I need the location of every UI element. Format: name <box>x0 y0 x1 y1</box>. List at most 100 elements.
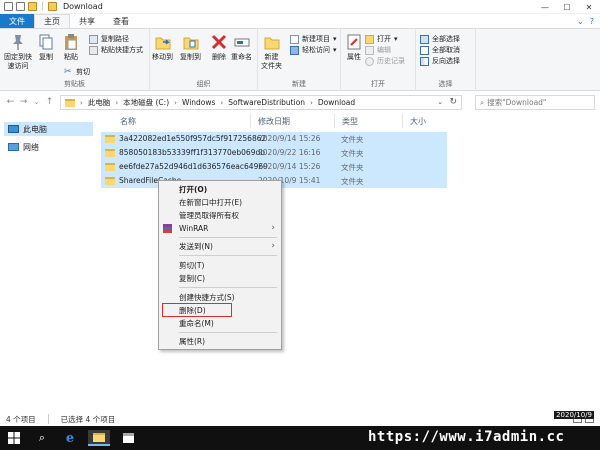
file-explorer-taskbar-icon[interactable] <box>88 430 110 446</box>
column-date[interactable]: 修改日期 <box>258 116 290 127</box>
store-taskbar-icon[interactable] <box>120 430 136 446</box>
menu-item-winrar[interactable]: WinRAR › <box>159 222 281 235</box>
column-size[interactable]: 大小 <box>410 116 426 127</box>
copy-to-button[interactable]: 复制到 <box>180 33 201 62</box>
tab-share[interactable]: 共享 <box>70 14 104 28</box>
move-to-button[interactable]: 移动到 <box>152 33 173 62</box>
ribbon: 固定到快 速访问 复制 粘贴 复制路径 粘贴快捷方式 ✂ 剪切 剪贴板 移动到 <box>0 28 600 91</box>
column-divider <box>250 114 251 128</box>
search-box[interactable]: ⌕ 搜索"Download" <box>475 95 595 110</box>
file-type: 文件夹 <box>341 149 364 158</box>
properties-button[interactable]: 属性 <box>345 33 363 62</box>
winrar-icon <box>163 224 172 233</box>
new-item-button[interactable]: 新建项目 ▾ <box>290 34 337 44</box>
cut-button[interactable]: ✂ 剪切 <box>64 67 90 77</box>
address-bar[interactable]: › 此电脑 › 本地磁盘 (C:) › Windows › SoftwareDi… <box>60 95 462 110</box>
delete-label: 删除 <box>212 53 226 61</box>
breadcrumb-softwaredistribution[interactable]: SoftwareDistribution <box>228 98 305 107</box>
folder-quick-icon[interactable] <box>28 2 37 11</box>
tab-home[interactable]: 主页 <box>34 14 70 28</box>
column-divider <box>334 114 335 128</box>
delete-button[interactable]: 删除 <box>210 33 228 62</box>
table-row[interactable]: 3a422082ed1e550f957dc5f917256862 2020/9/… <box>101 132 447 146</box>
search-icon: ⌕ <box>480 97 485 107</box>
menu-item-copy[interactable]: 复制(C) <box>159 272 281 285</box>
menu-item-cut[interactable]: 剪切(T) <box>159 259 281 272</box>
help-icon[interactable]: ? <box>590 17 594 26</box>
open-group-label: 打开 <box>371 80 385 88</box>
submenu-arrow-icon: › <box>271 223 275 233</box>
invert-selection-button[interactable]: 反向选择 <box>420 56 460 66</box>
menu-item-open-new-window[interactable]: 在新窗口中打开(E) <box>159 196 281 209</box>
up-arrow-icon[interactable]: ↑ <box>43 97 56 107</box>
open-button[interactable]: 打开 ▾ <box>365 34 398 44</box>
tab-view[interactable]: 查看 <box>104 14 138 28</box>
pin-quick-access-button[interactable]: 固定到快 速访问 <box>4 33 32 71</box>
history-label: 历史记录 <box>377 57 405 65</box>
table-row[interactable]: ee6fde27a52d946d1d636576eac64969 2020/9/… <box>101 160 447 174</box>
select-all-button[interactable]: 全部选择 <box>420 34 460 44</box>
select-all-label: 全部选择 <box>432 35 460 43</box>
folder-window-icon <box>48 2 57 11</box>
close-button[interactable]: ✕ <box>578 0 600 14</box>
copy-button[interactable]: 复制 <box>37 33 55 62</box>
easy-access-icon <box>290 45 299 55</box>
paste-shortcut-button[interactable]: 粘贴快捷方式 <box>89 45 143 55</box>
windows-start-icon[interactable] <box>6 430 22 446</box>
search-taskbar-icon[interactable]: ⌕ <box>34 430 50 446</box>
navigation-pane: 此电脑 网络 <box>0 112 97 412</box>
nav-item-network[interactable]: 网络 <box>4 140 43 154</box>
check-quick-icon[interactable] <box>16 2 25 11</box>
file-name: 3a422082ed1e550f957dc5f917256862 <box>119 134 267 143</box>
back-arrow-icon[interactable]: ← <box>4 97 17 107</box>
ribbon-collapse-icon[interactable]: ⌄ <box>577 17 584 26</box>
copy-path-button[interactable]: 复制路径 <box>89 34 129 44</box>
column-type[interactable]: 类型 <box>342 116 358 127</box>
pin-icon <box>13 35 23 50</box>
easy-access-dropdown-icon: ▾ <box>333 46 337 54</box>
breadcrumb-local-disk[interactable]: 本地磁盘 (C:) <box>123 97 169 108</box>
forward-arrow-icon[interactable]: → <box>17 97 30 107</box>
file-name: 858050183b53339ff1f313770eb069db <box>119 148 265 157</box>
clipboard-group: 固定到快 速访问 复制 粘贴 复制路径 粘贴快捷方式 ✂ 剪切 剪贴板 <box>0 29 150 91</box>
rename-label: 重命名 <box>231 53 252 61</box>
refresh-icon[interactable]: ↻ <box>449 97 457 107</box>
paste-button[interactable]: 粘贴 <box>62 33 80 62</box>
minimize-button[interactable]: — <box>534 0 556 14</box>
menu-separator <box>179 332 277 333</box>
file-name: ee6fde27a52d946d1d636576eac64969 <box>119 162 268 171</box>
cut-label: 剪切 <box>76 68 90 76</box>
copy-icon <box>39 34 53 50</box>
menu-item-properties[interactable]: 属性(R) <box>159 335 281 348</box>
edit-button[interactable]: 编辑 <box>365 45 391 55</box>
nav-item-this-pc[interactable]: 此电脑 <box>4 122 93 136</box>
edge-browser-icon[interactable]: e <box>62 430 78 446</box>
rename-button[interactable]: 重命名 <box>231 33 252 62</box>
organize-group-label: 组织 <box>196 80 211 88</box>
select-none-button[interactable]: 全部取消 <box>420 45 460 55</box>
properties-quick-icon[interactable] <box>4 2 13 11</box>
table-row[interactable]: 858050183b53339ff1f313770eb069db 2020/9/… <box>101 146 447 160</box>
breadcrumb-download[interactable]: Download <box>318 98 355 107</box>
menu-item-rename[interactable]: 重命名(M) <box>159 317 281 330</box>
address-dropdown-icon[interactable]: ⌄ <box>437 98 443 106</box>
copy-to-label: 复制到 <box>180 53 201 61</box>
selected-count: 已选择 4 个项目 <box>60 414 116 424</box>
new-folder-button[interactable]: 新建 文件夹 <box>261 33 282 71</box>
history-button[interactable]: 历史记录 <box>365 56 405 66</box>
tab-file[interactable]: 文件 <box>0 14 34 28</box>
menu-item-send-to[interactable]: 发送到(N) › <box>159 240 281 253</box>
column-name[interactable]: 名称 <box>120 116 136 127</box>
delete-x-icon <box>211 34 227 50</box>
breadcrumb-this-pc[interactable]: 此电脑 <box>88 97 111 108</box>
easy-access-button[interactable]: 轻松访问 ▾ <box>290 45 337 55</box>
item-count: 4 个项目 <box>6 414 36 424</box>
breadcrumb-windows[interactable]: Windows <box>182 98 215 107</box>
edit-label: 编辑 <box>377 46 391 54</box>
nav-this-pc-label: 此电脑 <box>23 124 47 134</box>
select-group: 全部选择 全部取消 反向选择 选择 <box>416 29 476 91</box>
menu-item-take-ownership[interactable]: 管理员取得所有权 <box>159 209 281 222</box>
recent-dropdown-icon[interactable]: ⌄ <box>30 98 43 106</box>
menu-item-open[interactable]: 打开(O) <box>159 183 281 196</box>
maximize-button[interactable]: ☐ <box>556 0 578 14</box>
